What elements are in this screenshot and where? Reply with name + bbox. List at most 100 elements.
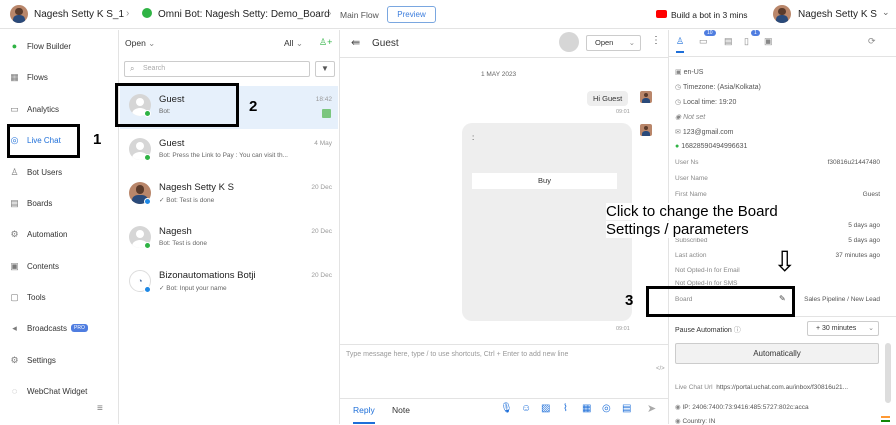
workspace-name[interactable]: Nagesh Setty K S_1 (34, 9, 124, 20)
sidebar: ● Flow Builder ▦ Flows ▭ Analytics ◎ Live Ch… (0, 30, 119, 424)
reply-tab[interactable]: Reply (353, 405, 375, 424)
sidebar-item-label: Contents (27, 261, 60, 271)
analytics-icon: ▭ (10, 103, 19, 114)
buy-button[interactable]: Buy (472, 173, 617, 189)
microphone-icon[interactable]: 🎙 (500, 403, 513, 414)
sidebar-item-automation[interactable]: ⚙ Automation (10, 226, 67, 242)
sidebar-item-bot-users[interactable]: ♙ Bot Users (10, 164, 62, 180)
sidebar-item-label: Automation (27, 229, 68, 239)
sidebar-item-analytics[interactable]: ▭ Analytics (10, 101, 59, 117)
list-item[interactable]: Guest Bot: Press the Link to Pay : You c… (120, 130, 338, 173)
code-icon[interactable]: </> (656, 366, 665, 372)
note-tab[interactable]: Note (392, 405, 410, 415)
profile-chevron-icon[interactable]: ⌄ (882, 7, 890, 18)
contact-name: Nagesh Setty K S (159, 182, 234, 193)
annotation-box-1 (7, 124, 80, 158)
sidebar-item-label: WebChat Widget (27, 386, 88, 396)
sidebar-item-label: Flows (27, 72, 48, 82)
phone[interactable]: ● 16828590494996631 (675, 143, 747, 150)
more-menu-icon[interactable]: ⋮ (651, 35, 661, 46)
tags-tab-icon[interactable]: ▤ (724, 36, 733, 47)
user-name-label: User Name (675, 175, 708, 182)
notes-tab-icon[interactable]: ▯ (744, 36, 749, 47)
sidebar-item-webchat-widget[interactable]: ◌ WebChat Widget (10, 383, 88, 399)
sidebar-item-flow-builder[interactable]: ● Flow Builder (10, 38, 71, 54)
user-avatar[interactable] (10, 5, 28, 23)
bot-name[interactable]: Omni Bot: Nagesh Setty: Demo_Board (158, 9, 330, 20)
sidebar-item-flows[interactable]: ▦ Flows (10, 69, 48, 85)
gallery-tab-icon[interactable]: ▣ (764, 36, 773, 47)
status-filter[interactable]: Open ⌄ (125, 38, 155, 49)
search-input[interactable]: ⌕ Search (124, 61, 310, 77)
add-user-icon[interactable]: ♙+ (319, 37, 332, 48)
profile-tab-icon[interactable]: ♙ (676, 36, 685, 53)
sidebar-item-settings[interactable]: ⚙ Settings (10, 352, 55, 368)
sidebar-item-label: Broadcasts (27, 323, 68, 333)
user-ns-value: f30816u21447480 (827, 159, 880, 166)
timestamp: 18:42 (315, 96, 332, 103)
profile-name[interactable]: Nagesh Setty K S (798, 9, 877, 20)
collapse-menu-icon[interactable]: ≡ (97, 403, 103, 414)
sidebar-item-label: Flow Builder (27, 41, 72, 51)
board-value[interactable]: Sales Pipeline / New Lead (804, 296, 880, 303)
list-item[interactable]: ◔ Bizonautomations Botji ✓ Bot: Input yo… (120, 262, 338, 305)
youtube-icon[interactable] (656, 10, 667, 18)
ip-address: ◉ IP: 2406:7400:73:9416:485:5727:802c:ac… (675, 404, 809, 411)
bot-icon (640, 124, 652, 136)
image-icon[interactable]: ▨ (541, 403, 550, 414)
status-dropdown[interactable]: Open ⌄ (586, 35, 641, 51)
badge: 1 (751, 30, 760, 36)
message-time: 09:01 (616, 326, 630, 332)
collapse-list-icon[interactable]: ⇚ (351, 36, 360, 49)
sidebar-item-tools[interactable]: ▢ Tools (10, 289, 46, 305)
annotation-box-2 (115, 83, 239, 127)
subscribed-label: Subscribed (675, 237, 708, 244)
timestamp: 20 Dec (311, 272, 332, 279)
pause-duration-select[interactable]: + 30 minutes ⌄ (807, 321, 879, 336)
annotation-arrow-icon: ⇩ (773, 246, 797, 277)
search-icon: ⌕ (130, 64, 135, 73)
email[interactable]: ✉ 123@gmail.com (675, 128, 734, 136)
automatically-button[interactable]: Automatically (675, 343, 879, 364)
annotation-number-2: 2 (249, 98, 258, 115)
last-action-label: Last action (675, 252, 707, 259)
top-bar: Nagesh Setty K S_1 › Omni Bot: Nagesh Se… (0, 0, 896, 29)
first-name-value: Guest (862, 191, 880, 198)
first-name-label: First Name (675, 191, 707, 198)
india-flag-icon (881, 416, 890, 422)
document-icon[interactable]: ▤ (622, 403, 631, 414)
whatsapp-icon (144, 242, 151, 249)
live-chat-url[interactable]: Live Chat Url https://portal.uchat.com.a… (675, 384, 848, 391)
headset-icon[interactable]: ◎ (602, 403, 611, 414)
build-bot-link[interactable]: Build a bot in 3 mins (671, 10, 748, 20)
card-text: : (472, 133, 475, 142)
sidebar-item-broadcasts[interactable]: ◂ Broadcasts PRO (10, 320, 88, 336)
refresh-icon[interactable]: ⟳ (868, 36, 876, 47)
guest-avatar[interactable] (559, 32, 579, 52)
breadcrumb-chevron-icon: › (328, 8, 332, 19)
timestamp: 4 May (314, 140, 332, 147)
list-item[interactable]: Nagesh Bot: Test is done 20 Dec (120, 218, 338, 261)
sidebar-item-contents[interactable]: ▣ Contents (10, 258, 59, 274)
badge: 10 (704, 30, 716, 36)
profile-avatar[interactable] (773, 5, 791, 23)
calendar-icon[interactable]: ▦ (582, 403, 591, 414)
scope-filter[interactable]: All ⌄ (284, 38, 303, 49)
preview-button[interactable]: Preview (387, 6, 436, 23)
sidebar-item-boards[interactable]: ▤ Boards (10, 195, 52, 211)
list-item[interactable]: Nagesh Setty K S ✓ Bot: Test is done 20 … (120, 174, 338, 217)
contact-name: Bizonautomations Botji (159, 270, 256, 281)
annotation-box-3 (646, 286, 795, 317)
sidebar-item-label: Tools (27, 292, 46, 302)
emoji-icon[interactable]: ☺ (521, 403, 531, 414)
filter-icon[interactable]: ▼ (315, 61, 335, 77)
send-icon[interactable]: ➤ (647, 402, 656, 415)
message-input[interactable]: Type message here, type / to use shortcu… (346, 351, 568, 358)
scrollbar[interactable] (885, 343, 891, 403)
attachment-icon[interactable]: ⌇ (563, 403, 568, 414)
message-time: 09:01 (616, 109, 630, 115)
not-set: ◉ Not set (675, 114, 706, 121)
timezone: ◷ Timezone: (Asia/Kolkata) (675, 84, 761, 91)
chat-tab-icon[interactable]: ▭ (699, 36, 708, 47)
flow-name[interactable]: Main Flow (340, 10, 379, 20)
